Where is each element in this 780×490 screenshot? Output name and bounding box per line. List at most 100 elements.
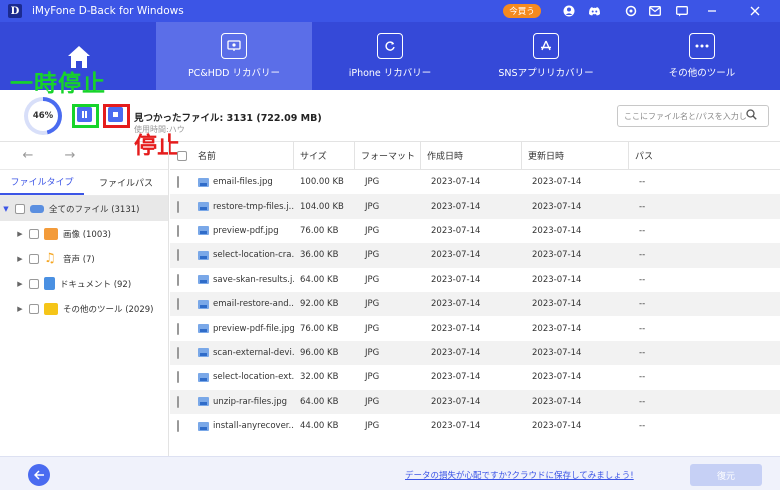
table-row[interactable]: save-skan-results.j... 64.00 KB JPG 2023-07… — [170, 268, 780, 292]
cell-size: 36.00 KB — [300, 250, 339, 261]
table-row[interactable]: unzip-rar-files.jpg 64.00 KB JPG 2023-07-14… — [170, 389, 780, 414]
search-icon[interactable] — [746, 109, 757, 123]
app-logo: D — [8, 4, 22, 18]
file-name: scan-external-devi... — [213, 347, 294, 358]
tab-file-type[interactable]: ファイルタイプ — [0, 170, 84, 195]
checkbox[interactable] — [29, 253, 39, 264]
tree-item-documents[interactable]: ▶ ドキュメント (92) — [0, 271, 168, 296]
cell-modified: 2023-07-14 — [532, 177, 582, 188]
row-checkbox[interactable] — [177, 273, 179, 286]
tab-label: SNSアプリリカバリー — [498, 68, 594, 79]
table-row[interactable]: scan-external-devi... 96.00 KB JPG 2023-07-… — [170, 340, 780, 366]
row-checkbox[interactable] — [177, 371, 179, 384]
discord-icon[interactable] — [587, 4, 601, 18]
cell-path: -- — [639, 323, 646, 334]
column-header-format[interactable]: フォーマット — [355, 142, 421, 169]
cell-name: email-restore-and... — [192, 299, 294, 309]
row-checkbox-cell — [170, 395, 192, 408]
tab-iphone-recovery[interactable]: iPhone リカバリー — [312, 22, 468, 90]
tree-item-other[interactable]: ▶ その他のツール (2029) — [0, 296, 168, 321]
tab-other-tools[interactable]: その他のツール — [624, 22, 780, 90]
table-row[interactable]: preview-pdf.jpg 76.00 KB JPG 2023-07-14 2023… — [170, 219, 780, 243]
monitor-icon — [221, 33, 247, 59]
close-icon[interactable] — [748, 4, 762, 18]
minimize-icon[interactable] — [705, 4, 719, 18]
tab-sns-app-recovery[interactable]: SNSアプリリカバリー — [468, 22, 624, 90]
cell-path: -- — [639, 421, 646, 432]
table-header: 名前 サイズ フォーマット 作成日時 更新日時 パス — [170, 142, 780, 170]
row-checkbox-cell — [170, 273, 192, 286]
row-checkbox-cell — [170, 322, 192, 335]
document-icon — [44, 277, 55, 290]
recover-button[interactable]: 復元 — [690, 464, 762, 486]
checkbox[interactable] — [29, 303, 39, 314]
found-files-count: 見つかったファイル: 3131 (722.09 MB) — [134, 113, 322, 124]
tree-item-audio[interactable]: ▶ ♫ 音声 (7) — [0, 246, 168, 271]
expand-icon[interactable]: ▶ — [14, 230, 26, 238]
tab-pc-hdd-recovery[interactable]: PC&HDD リカバリー — [156, 22, 312, 90]
forward-arrow-icon[interactable]: → — [52, 148, 88, 163]
cell-name: select-location-cra... — [192, 250, 294, 260]
image-file-icon — [198, 348, 209, 358]
account-icon[interactable] — [562, 4, 576, 18]
search-input[interactable] — [624, 111, 746, 121]
cell-size: 96.00 KB — [300, 347, 339, 358]
table-row[interactable]: restore-tmp-files.j... 104.00 KB JPG 2023-0… — [170, 194, 780, 219]
cell-path: -- — [639, 177, 646, 188]
table-row[interactable]: email-files.jpg 100.00 KB JPG 2023-07-14 202… — [170, 170, 780, 194]
title-bar: D iMyFone D-Back for Windows 今買う — [0, 0, 780, 22]
tree-item-all-files[interactable]: ▼ 全てのファイル (3131) — [0, 196, 168, 221]
tab-label: PC&HDD リカバリー — [187, 68, 281, 79]
column-header-path[interactable]: パス — [629, 142, 780, 169]
table-row[interactable]: preview-pdf-file.jpg 76.00 KB JPG 2023-07-1… — [170, 316, 780, 340]
table-row[interactable]: select-location-cra... 36.00 KB JPG 2023-07… — [170, 243, 780, 268]
expand-icon[interactable]: ▶ — [14, 305, 26, 313]
tab-file-path[interactable]: ファイルパス — [84, 170, 168, 195]
feedback-icon[interactable] — [675, 4, 689, 18]
mail-icon[interactable] — [648, 4, 662, 18]
row-checkbox-cell — [170, 420, 192, 433]
row-checkbox[interactable] — [177, 346, 179, 359]
expand-icon[interactable]: ▶ — [14, 255, 26, 263]
scan-progress-ring: 46% — [24, 97, 62, 135]
cell-format: JPG — [365, 225, 380, 236]
table-row[interactable]: select-location-ext... 32.00 KB JPG 2023-07… — [170, 365, 780, 389]
column-header-name[interactable]: 名前 — [192, 142, 294, 169]
row-checkbox[interactable] — [177, 200, 179, 213]
search-box[interactable] — [617, 105, 769, 127]
row-checkbox[interactable] — [177, 176, 179, 189]
cell-modified: 2023-07-14 — [532, 372, 582, 383]
back-arrow-icon[interactable]: ← — [10, 148, 46, 163]
row-checkbox[interactable] — [177, 224, 179, 237]
checkbox[interactable] — [29, 228, 39, 239]
cell-modified: 2023-07-14 — [532, 250, 582, 261]
table-row[interactable]: install-anyrecover.... 44.00 KB JPG 2023-07… — [170, 414, 780, 438]
cell-format: JPG — [365, 323, 380, 334]
row-checkbox[interactable] — [177, 298, 179, 311]
row-checkbox[interactable] — [177, 420, 179, 433]
expand-icon[interactable]: ▼ — [0, 205, 12, 213]
header-checkbox-cell — [170, 142, 192, 169]
column-header-size[interactable]: サイズ — [294, 142, 355, 169]
cell-path: -- — [639, 250, 646, 261]
expand-icon[interactable]: ▶ — [14, 280, 26, 288]
buy-now-button[interactable]: 今買う — [503, 4, 541, 18]
image-file-icon — [198, 226, 209, 236]
tree-item-images[interactable]: ▶ 画像 (1003) — [0, 221, 168, 246]
column-header-modified[interactable]: 更新日時 — [522, 142, 629, 169]
column-header-created[interactable]: 作成日時 — [421, 142, 522, 169]
table-row[interactable]: email-restore-and... 92.00 KB JPG 2023-07-1… — [170, 291, 780, 317]
select-all-checkbox[interactable] — [177, 150, 187, 161]
cell-name: select-location-ext... — [192, 372, 294, 382]
row-checkbox[interactable] — [177, 322, 179, 335]
checkbox[interactable] — [29, 278, 39, 289]
back-button[interactable] — [28, 464, 50, 486]
settings-icon[interactable] — [624, 4, 638, 18]
cell-created: 2023-07-14 — [431, 323, 481, 334]
cloud-backup-link[interactable]: データの損失が心配ですか?クラウドに保存してみましょう! — [405, 469, 634, 481]
file-name: restore-tmp-files.j... — [213, 201, 294, 212]
row-checkbox[interactable] — [177, 249, 179, 262]
checkbox[interactable] — [15, 203, 25, 214]
cell-path: -- — [639, 396, 646, 407]
row-checkbox[interactable] — [177, 395, 179, 408]
